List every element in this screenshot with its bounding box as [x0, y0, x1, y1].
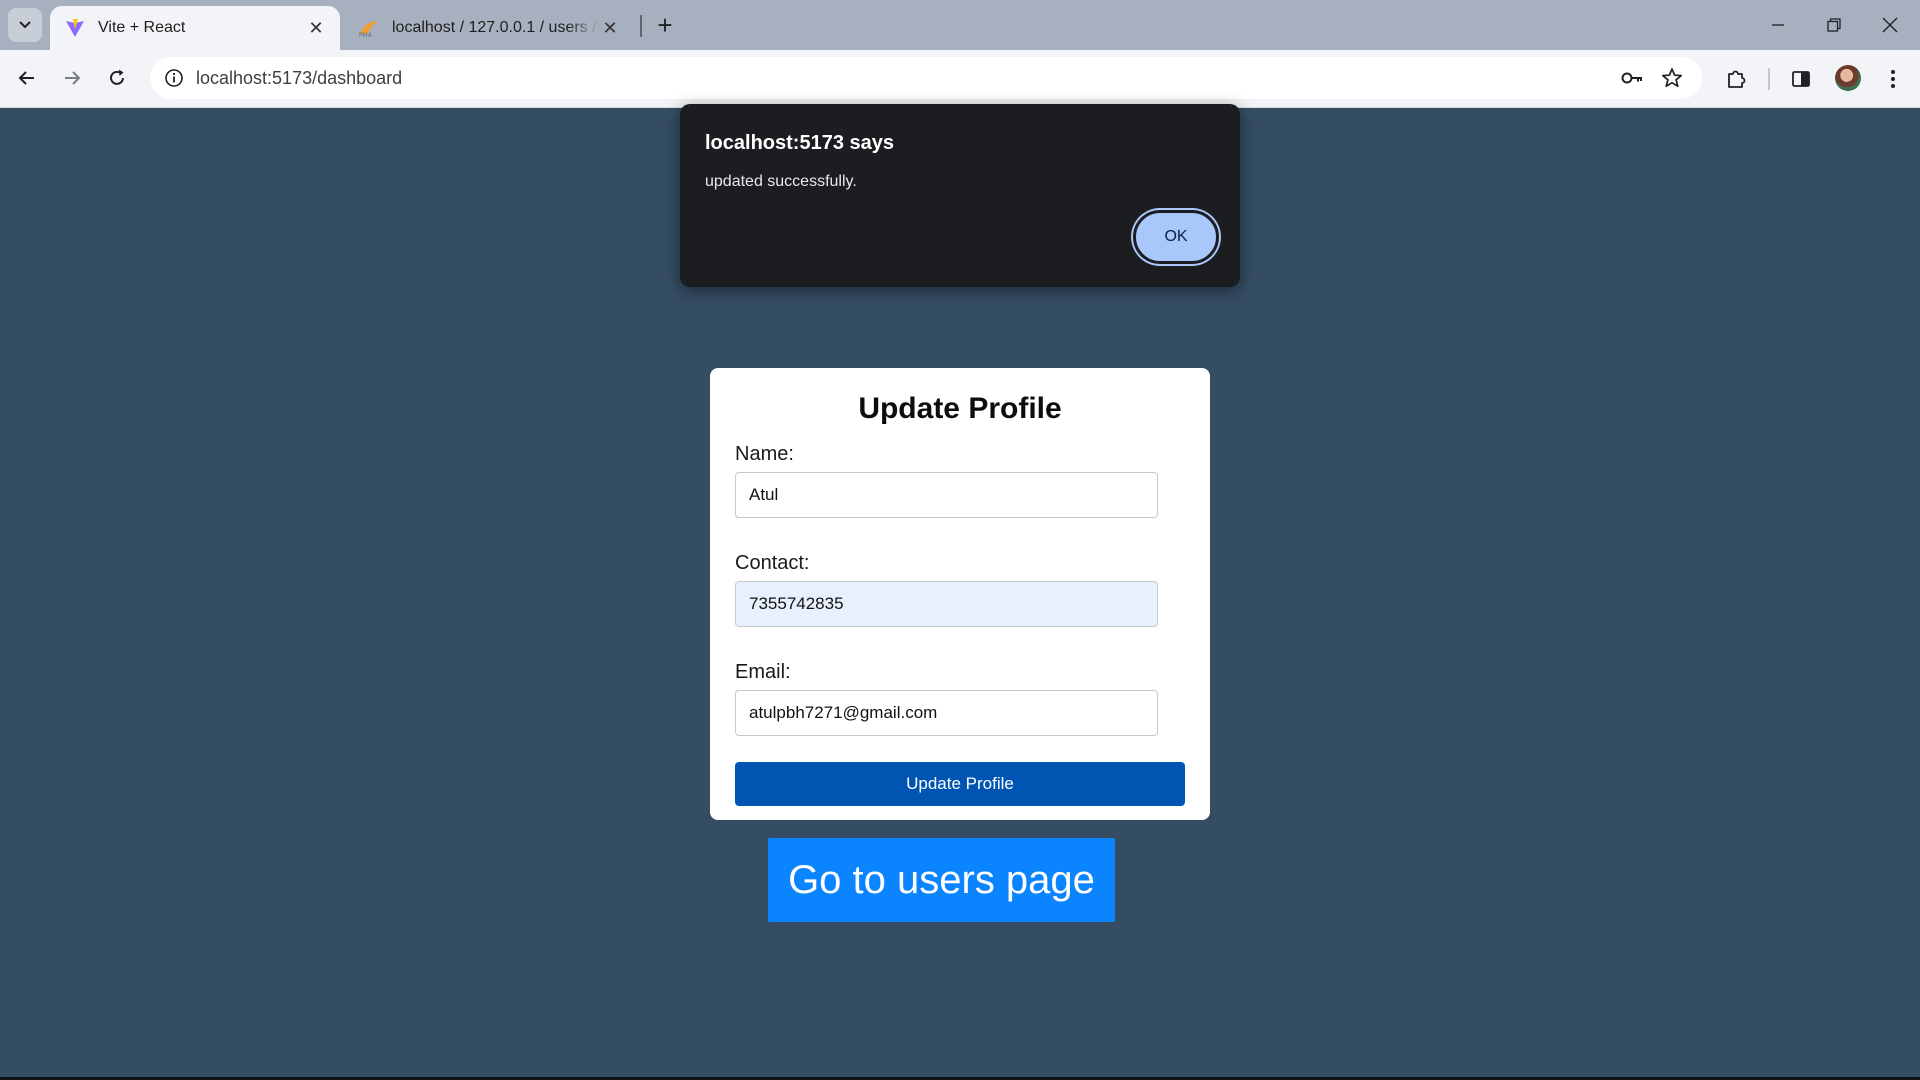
reload-button[interactable]	[99, 60, 135, 96]
email-label: Email:	[735, 661, 791, 683]
kebab-menu-icon[interactable]	[1878, 64, 1908, 94]
url-text[interactable]: localhost:5173/dashboard	[196, 68, 402, 89]
vite-logo-icon	[64, 17, 86, 39]
update-profile-button[interactable]: Update Profile	[735, 762, 1185, 806]
tab-divider	[640, 15, 642, 37]
form-heading: Update Profile	[858, 392, 1062, 425]
password-key-icon[interactable]	[1620, 66, 1644, 90]
svg-text:PMA: PMA	[359, 32, 373, 38]
profile-avatar[interactable]	[1835, 65, 1861, 91]
tab-phpmyadmin[interactable]: PMA localhost / 127.0.0.1 / users / user…	[344, 6, 634, 50]
name-label: Name:	[735, 443, 794, 465]
site-info-icon[interactable]	[160, 64, 188, 92]
address-bar[interactable]: localhost:5173/dashboard	[150, 57, 1702, 99]
tab-strip: Vite + React ✕ PMA localhost / 127.0.0.1…	[0, 0, 1920, 50]
close-tab-icon[interactable]: ✕	[598, 16, 622, 40]
close-tab-icon[interactable]: ✕	[304, 16, 328, 40]
contact-input[interactable]	[735, 581, 1158, 627]
new-tab-button[interactable]: +	[650, 10, 680, 40]
email-input[interactable]	[735, 690, 1158, 736]
bookmark-star-icon[interactable]	[1660, 66, 1684, 90]
extensions-puzzle-icon[interactable]	[1721, 64, 1751, 94]
arrow-right-icon	[65, 71, 81, 85]
chevron-down-icon	[19, 21, 31, 29]
side-panel-icon[interactable]	[1786, 64, 1816, 94]
browser-toolbar: localhost:5173/dashboard	[0, 50, 1920, 108]
update-profile-card: Update Profile Name: Contact: Email: Upd…	[710, 368, 1210, 820]
tab-title: Vite + React	[98, 19, 186, 36]
arrow-left-icon	[18, 71, 34, 85]
contact-label: Contact:	[735, 552, 810, 574]
name-input[interactable]	[735, 472, 1158, 518]
reload-icon	[110, 69, 124, 85]
dialog-title: localhost:5173 says	[705, 132, 894, 154]
forward-button[interactable]	[54, 60, 90, 96]
phpmyadmin-logo-icon: PMA	[358, 17, 380, 39]
toolbar-divider	[1768, 68, 1770, 90]
minimize-icon	[1772, 24, 1784, 26]
go-to-users-button[interactable]: Go to users page	[768, 838, 1115, 922]
minimize-button[interactable]	[1750, 0, 1806, 50]
tab-search-button[interactable]	[8, 8, 42, 42]
restore-button[interactable]	[1806, 0, 1862, 50]
restore-icon	[1827, 18, 1841, 32]
back-button[interactable]	[9, 60, 45, 96]
tab-vite-react[interactable]: Vite + React ✕	[50, 6, 340, 50]
tab-title: localhost / 127.0.0.1 / users / users	[392, 19, 598, 36]
dialog-message: updated successfully.	[705, 173, 857, 190]
close-icon	[1882, 17, 1898, 33]
close-window-button[interactable]	[1862, 0, 1918, 50]
dialog-ok-button[interactable]: OK	[1133, 210, 1219, 264]
